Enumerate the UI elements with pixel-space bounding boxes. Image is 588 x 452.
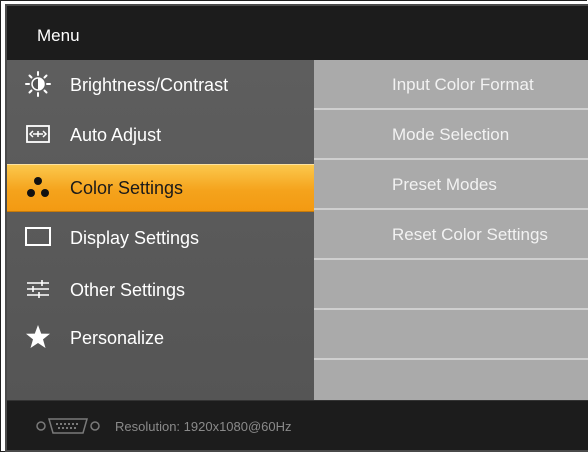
- menu-item-label: Display Settings: [70, 228, 200, 248]
- submenu-item-label: Preset Modes: [392, 175, 497, 194]
- submenu-item-label: Reset Color Settings: [392, 225, 548, 244]
- star-icon: [25, 324, 51, 350]
- resolution-status: Resolution: 1920x1080@60Hz: [115, 419, 292, 434]
- vga-connector-icon: [35, 417, 101, 435]
- menu-item-label: Brightness/Contrast: [70, 75, 229, 95]
- menu-item-label: Auto Adjust: [70, 125, 162, 145]
- osd-header: Menu: [7, 6, 588, 60]
- main-menu: Brightness/Contrast Auto Adjust Color Se…: [7, 60, 314, 400]
- osd-footer: Resolution: 1920x1080@60Hz: [7, 400, 588, 450]
- sliders-icon: [25, 276, 51, 302]
- color-settings-icon: [25, 174, 51, 200]
- submenu-item-empty: [314, 260, 588, 310]
- menu-title: Menu: [37, 26, 80, 45]
- menu-item-other-settings[interactable]: Other Settings: [7, 267, 314, 313]
- menu-item-label: Personalize: [70, 328, 165, 348]
- submenu-item-reset-color-settings[interactable]: Reset Color Settings: [314, 210, 588, 260]
- menu-item-color-settings[interactable]: Color Settings: [7, 164, 314, 212]
- submenu-item-input-color-format[interactable]: Input Color Format: [314, 60, 588, 110]
- submenu-item-preset-modes[interactable]: Preset Modes: [314, 160, 588, 210]
- menu-item-display-settings[interactable]: Display Settings: [7, 215, 314, 261]
- auto-adjust-icon: [25, 121, 51, 147]
- menu-item-auto-adjust[interactable]: Auto Adjust: [7, 112, 314, 158]
- osd-body: Brightness/Contrast Auto Adjust Color Se…: [7, 60, 588, 400]
- menu-item-label: Other Settings: [70, 280, 186, 300]
- menu-item-label: Color Settings: [70, 178, 184, 198]
- submenu-item-mode-selection[interactable]: Mode Selection: [314, 110, 588, 160]
- submenu-item-empty: [314, 310, 588, 360]
- display-icon: [25, 224, 51, 250]
- submenu-panel: Input Color Format Mode Selection Preset…: [314, 60, 588, 400]
- brightness-icon: [25, 71, 51, 97]
- menu-item-brightness-contrast[interactable]: Brightness/Contrast: [7, 62, 314, 108]
- submenu-item-label: Mode Selection: [392, 125, 510, 144]
- menu-item-personalize[interactable]: Personalize: [7, 315, 314, 361]
- osd-window: Menu Brightness/Contrast Auto Adjust Col…: [5, 4, 588, 452]
- submenu-item-label: Input Color Format: [392, 75, 534, 94]
